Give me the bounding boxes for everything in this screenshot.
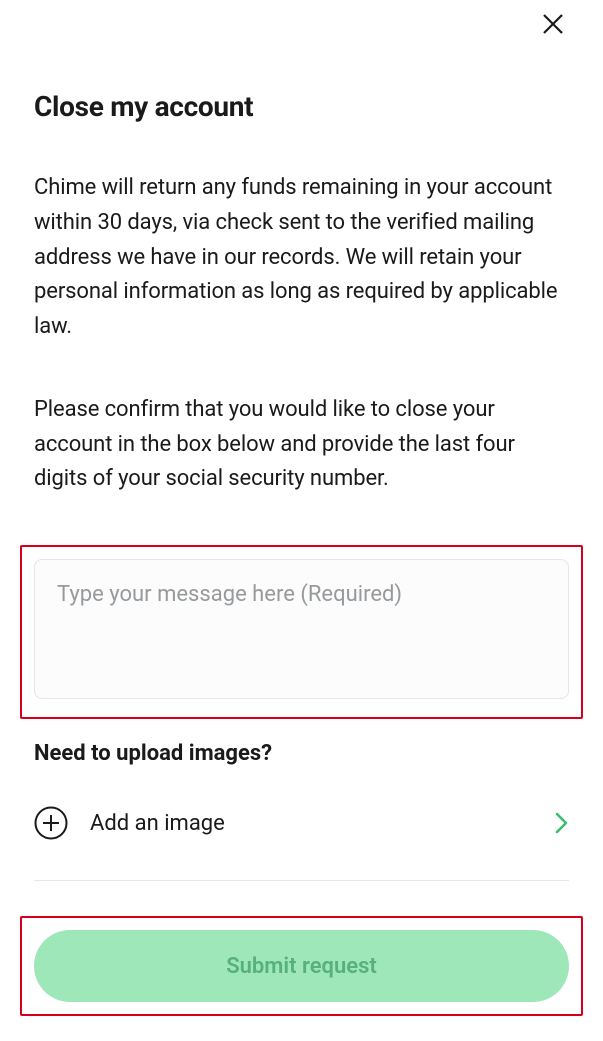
info-paragraph-1: Chime will return any funds remaining in… (34, 171, 569, 345)
close-icon (541, 12, 565, 36)
plus-circle-icon (34, 806, 68, 840)
page-title: Close my account (34, 90, 569, 123)
message-input[interactable] (34, 559, 569, 699)
submit-button[interactable]: Submit request (34, 930, 569, 1002)
info-paragraph-2: Please confirm that you would like to cl… (34, 393, 569, 497)
main-content: Close my account Chime will return any f… (0, 0, 603, 881)
submit-highlight-box: Submit request (20, 916, 583, 1016)
add-image-button[interactable]: Add an image (34, 806, 569, 881)
close-button[interactable] (539, 10, 567, 38)
upload-heading: Need to upload images? (34, 741, 569, 766)
add-image-label: Add an image (90, 811, 555, 836)
chevron-right-icon (555, 812, 569, 834)
message-highlight-box (20, 545, 583, 719)
